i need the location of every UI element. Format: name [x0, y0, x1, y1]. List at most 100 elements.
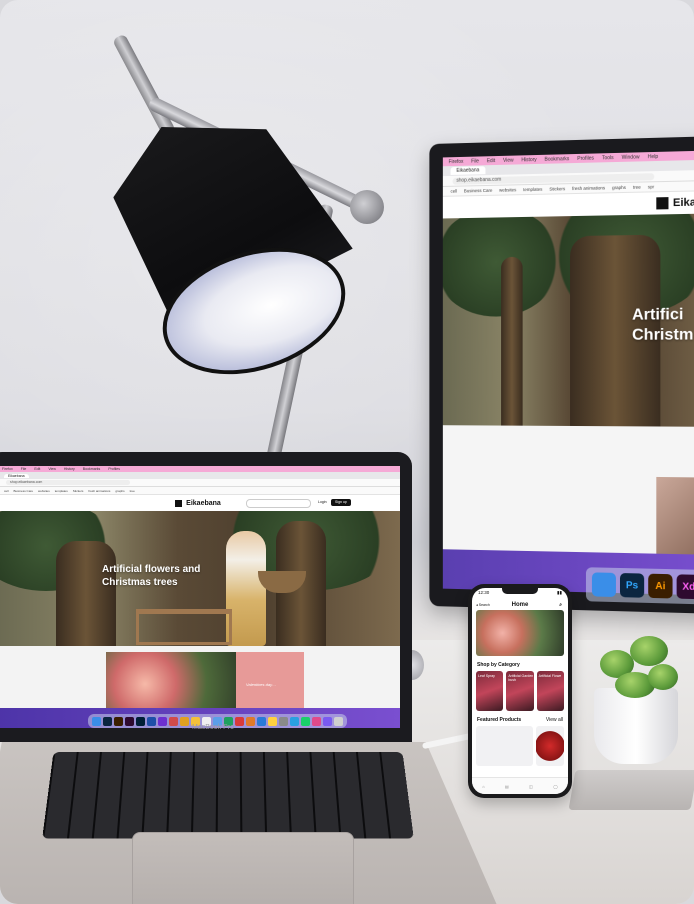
- hero-heading-line: Artifici: [632, 306, 684, 324]
- plant-leaf: [648, 664, 678, 690]
- bookmark-item[interactable]: tree: [633, 185, 641, 190]
- dock-app-icon[interactable]: [169, 716, 178, 726]
- cart-tab-icon[interactable]: ◫: [529, 784, 533, 789]
- address-field[interactable]: shop.eikaebana.com: [6, 480, 130, 485]
- category-card[interactable]: Artificial Flowe: [536, 671, 564, 711]
- bookmark-item[interactable]: websites: [38, 489, 50, 493]
- dock-app-icon[interactable]: [147, 716, 156, 726]
- profile-tab-icon[interactable]: ◯: [553, 784, 557, 789]
- bookmark-item[interactable]: templates: [523, 187, 542, 192]
- hero-heading: Artificial flowers and Christmas trees: [102, 563, 200, 589]
- signup-button[interactable]: Sign up: [331, 499, 351, 506]
- woman-figure: [226, 531, 266, 646]
- bookmark-item[interactable]: fresh animations: [572, 185, 605, 191]
- site-logo[interactable]: Eikaebana: [175, 499, 221, 507]
- browser-tab[interactable]: Eikaebana: [4, 473, 29, 478]
- bookmark-item[interactable]: Stickers: [549, 186, 565, 191]
- tree-trunk: [56, 541, 116, 646]
- dock-app-icon[interactable]: [301, 716, 310, 726]
- bookmark-item[interactable]: templates: [55, 489, 68, 493]
- section-title: Shop by Category: [477, 662, 520, 668]
- dock-app-icon[interactable]: [268, 716, 277, 726]
- search-icon[interactable]: ⌕: [559, 602, 562, 608]
- laptop-keyboard[interactable]: [42, 752, 414, 839]
- bookmark-item[interactable]: Business Care: [14, 489, 34, 493]
- dock-app-icon[interactable]: [136, 716, 145, 726]
- photoshop-icon[interactable]: Ps: [619, 573, 645, 598]
- dock-app-icon[interactable]: [103, 716, 112, 726]
- menubar-item[interactable]: Bookmarks: [545, 156, 570, 163]
- product-card[interactable]: [476, 726, 534, 766]
- tree-trunk: [501, 256, 523, 427]
- home-tab-icon[interactable]: ⌂: [482, 784, 484, 789]
- phone-tab-bar: ⌂ ▤ ◫ ◯: [472, 777, 568, 794]
- dock-app-icon[interactable]: [114, 716, 123, 726]
- dock-app-icon[interactable]: [312, 716, 321, 726]
- bookmark-item[interactable]: fresh animations: [88, 489, 110, 493]
- menubar-item[interactable]: Window: [622, 154, 640, 160]
- laptop-hero-banner: Artificial flowers and Christmas trees: [0, 511, 400, 646]
- back-link[interactable]: ◂ Search: [476, 603, 490, 607]
- menubar-item[interactable]: View: [48, 467, 56, 471]
- bookmark-item[interactable]: cell: [4, 489, 9, 493]
- bookmark-item[interactable]: cell: [451, 189, 458, 194]
- bookmark-item[interactable]: websites: [499, 187, 516, 192]
- promo-card-text: Valentines day…: [246, 682, 277, 687]
- dock-app-icon[interactable]: [279, 716, 288, 726]
- dock-app-icon[interactable]: [290, 716, 299, 726]
- menubar-item[interactable]: Help: [648, 153, 658, 159]
- plant-leaf: [630, 636, 668, 666]
- menubar-item[interactable]: View: [503, 157, 514, 163]
- menubar-item[interactable]: Firefox: [449, 158, 464, 164]
- bookmark-item[interactable]: Stickers: [73, 489, 84, 493]
- dock-app-icon[interactable]: [257, 716, 266, 726]
- bookmark-item[interactable]: tree: [130, 489, 135, 493]
- catalog-tab-icon[interactable]: ▤: [505, 784, 509, 789]
- login-link[interactable]: Login: [318, 499, 327, 506]
- laptop-lid: Firefox File Edit View History Bookmarks…: [0, 452, 412, 742]
- finder-icon[interactable]: [591, 572, 616, 598]
- dock-app-icon[interactable]: [246, 716, 255, 726]
- menubar-item[interactable]: Edit: [34, 467, 40, 471]
- dock-app-icon[interactable]: [235, 716, 244, 726]
- menubar-item[interactable]: Tools: [602, 155, 614, 161]
- menubar-item[interactable]: Profiles: [577, 155, 594, 161]
- menubar-item[interactable]: Profiles: [108, 467, 120, 471]
- logo-mark-icon: [656, 197, 669, 210]
- dock-app-icon[interactable]: [334, 716, 343, 726]
- view-all-link[interactable]: View all: [546, 717, 563, 723]
- dock-app-icon[interactable]: [180, 716, 189, 726]
- category-card[interactable]: Artificial Garden bush: [506, 671, 534, 711]
- dock-app-icon[interactable]: [125, 716, 134, 726]
- menubar-item[interactable]: File: [471, 158, 479, 164]
- phone-hero-image[interactable]: [476, 610, 564, 656]
- laptop-trackpad[interactable]: [132, 832, 354, 904]
- desktop-monitor: Firefox File Edit View History Bookmarks…: [429, 135, 694, 615]
- bookmark-item[interactable]: graphs: [115, 489, 124, 493]
- bookmark-item[interactable]: Business Care: [464, 188, 492, 194]
- menubar-item[interactable]: Edit: [487, 158, 495, 164]
- laptop-tab-strip: Eikaebana: [0, 472, 400, 479]
- menubar-item[interactable]: History: [521, 157, 536, 163]
- menubar-item[interactable]: Firefox: [2, 467, 13, 471]
- dock-app-icon[interactable]: [323, 716, 332, 726]
- wooden-bench: [136, 609, 232, 645]
- bookmark-item[interactable]: graphs: [612, 185, 626, 190]
- logo-text: Eikaeba: [672, 196, 694, 210]
- phone-section-header: Shop by Category: [472, 656, 568, 671]
- xd-icon[interactable]: Xd: [676, 574, 694, 600]
- menubar-item[interactable]: History: [64, 467, 75, 471]
- logo-text: Eikaebana: [186, 499, 221, 507]
- bookmark-item[interactable]: spr: [648, 184, 654, 189]
- dock-app-icon[interactable]: [158, 716, 167, 726]
- search-input[interactable]: [246, 499, 311, 508]
- site-logo[interactable]: Eikaeba: [656, 196, 694, 210]
- category-card[interactable]: Leaf Spray: [476, 671, 504, 711]
- product-card[interactable]: [536, 726, 564, 766]
- illustrator-icon[interactable]: Ai: [648, 573, 673, 599]
- menubar-item[interactable]: Bookmarks: [83, 467, 101, 471]
- laptop-screen: Firefox File Edit View History Bookmarks…: [0, 466, 400, 728]
- browser-tab[interactable]: Eikaebana: [450, 166, 486, 175]
- menubar-item[interactable]: File: [21, 467, 27, 471]
- dock-app-icon[interactable]: [92, 716, 101, 726]
